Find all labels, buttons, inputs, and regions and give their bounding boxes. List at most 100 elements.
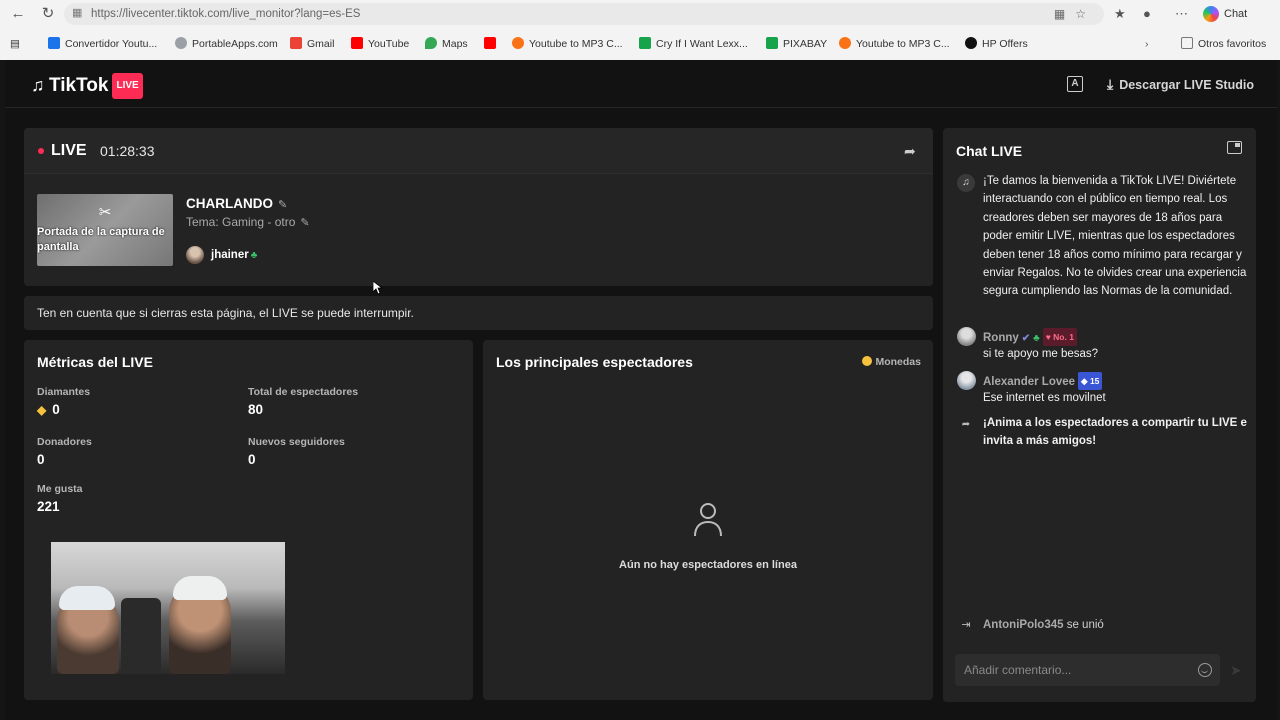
emoji-icon[interactable] <box>1198 663 1212 677</box>
donors-label: Donadores <box>37 436 92 448</box>
diamonds-label: Diamantes <box>37 386 91 398</box>
chat-username[interactable]: Alexander Lovee <box>983 376 1075 388</box>
browser-toolbar: ← ↻ ▦ https://livecenter.tiktok.com/live… <box>0 0 1280 28</box>
diamonds-value-row: ◆ 0 <box>37 401 60 419</box>
chat-username[interactable]: Ronny <box>983 332 1019 344</box>
live-metrics-panel: Métricas del LIVE Diamantes ◆ 0 Total de … <box>24 340 473 700</box>
live-chat-panel: Chat LIVE ♫ ¡Te damos la bienvenida a Ti… <box>943 128 1256 702</box>
total-viewers-value: 80 <box>248 402 264 417</box>
rank-badge-label: No. 1 <box>1053 332 1074 342</box>
translate-icon[interactable]: A <box>1067 76 1083 92</box>
new-followers-value: 0 <box>248 452 256 467</box>
share-icon: ➦ <box>961 419 971 430</box>
download-icon: ⤓ <box>1107 76 1114 92</box>
bookmark-item[interactable]: HP Offers <box>965 33 1028 55</box>
welcome-message: ¡Te damos la bienvenida a TikTok LIVE! D… <box>983 175 1247 298</box>
coins-label: Monedas <box>875 356 921 368</box>
send-icon[interactable]: ➤ <box>1230 661 1246 679</box>
bookmark-label: PortableApps.com <box>192 38 278 50</box>
bookmark-favicon <box>175 37 187 49</box>
apps-icon[interactable]: ▦ <box>1054 7 1075 21</box>
brand-name: TikTok <box>49 75 109 96</box>
webcam-person-hair <box>59 586 115 610</box>
bookmark-favicon <box>48 37 60 49</box>
bookmark-item[interactable]: Youtube to MP3 C... <box>512 33 623 55</box>
live-indicator-dot <box>38 148 44 154</box>
folder-icon <box>1181 37 1193 49</box>
chat-message-text: Ese internet es movilnet <box>983 392 1106 404</box>
metrics-title: Métricas del LIVE <box>37 354 153 370</box>
stream-topic: Tema: Gaming - otro <box>186 215 296 229</box>
favorite-star-icon[interactable]: ☆ <box>1075 7 1096 21</box>
bookmark-item[interactable] <box>484 33 501 55</box>
popout-window-icon[interactable] <box>1227 141 1242 154</box>
chat-username-row: Alexander Lovee ◆ 15 <box>983 372 1103 390</box>
join-arrow-icon: ⇥ <box>961 619 971 631</box>
profile-avatar-icon[interactable]: ● <box>1143 4 1151 24</box>
bookmark-label: Youtube to MP3 C... <box>529 38 623 50</box>
favorites-icon[interactable]: ★ <box>1114 4 1126 24</box>
empty-viewers-text: Aún no hay espectadores en línea <box>619 559 797 571</box>
other-favorites[interactable]: Otros favoritos <box>1181 33 1266 55</box>
mouse-cursor-icon <box>373 281 383 295</box>
bookmark-item[interactable]: Youtube to MP3 C... <box>839 33 950 55</box>
copilot-chat-button[interactable]: Chat <box>1203 4 1247 24</box>
download-live-studio-button[interactable]: ⤓ Descargar LIVE Studio <box>1107 74 1254 94</box>
bookmark-item[interactable]: Gmail <box>290 33 334 55</box>
clover-badge-icon: ♣ <box>1033 333 1040 344</box>
bookmark-item[interactable]: Cry If I Want Lexx... <box>639 33 748 55</box>
chat-title: Chat LIVE <box>956 143 1023 159</box>
chevron-right-icon[interactable]: › <box>1145 33 1149 55</box>
bookmarks-bar: ▤ Convertidor Youtu... PortableApps.com … <box>0 33 1280 55</box>
diamonds-value: 0 <box>52 402 60 417</box>
bookmark-label: Maps <box>442 38 468 50</box>
webcam-preview <box>51 542 285 674</box>
webcam-person-hair <box>173 576 227 600</box>
host-name: jhainer <box>211 249 249 261</box>
tiktok-live-logo[interactable]: ♫ TikTok LIVE <box>31 73 143 99</box>
app-header: ♫ TikTok LIVE A ⤓ Descargar LIVE Studio <box>5 60 1277 108</box>
live-status-panel: LIVE 01:28:33 ➦ ✂ Portada de la captura … <box>24 128 933 286</box>
rank-badge: ♥ No. 1 <box>1042 328 1077 346</box>
bookmark-item[interactable]: Convertidor Youtu... <box>48 33 157 55</box>
level-badge-label: 15 <box>1089 376 1100 386</box>
live-label: LIVE <box>51 142 87 159</box>
user-avatar[interactable] <box>957 327 976 346</box>
bookmark-item[interactable]: PortableApps.com <box>175 33 278 55</box>
gmail-icon <box>290 37 302 49</box>
stream-title: CHARLANDO <box>186 196 273 211</box>
more-menu-icon[interactable]: ⋯ <box>1175 4 1188 24</box>
bookmark-label: Convertidor Youtu... <box>65 38 158 50</box>
bookmark-item[interactable]: PIXABAY <box>766 33 827 55</box>
bookmarks-menu-icon[interactable]: ▤ <box>10 33 20 55</box>
edit-topic-icon[interactable]: ✎ <box>300 217 309 229</box>
donors-value: 0 <box>37 452 45 467</box>
bookmark-label: Gmail <box>307 38 335 50</box>
site-info-icon[interactable]: ▦ <box>72 6 86 20</box>
address-bar[interactable]: ▦ https://livecenter.tiktok.com/live_mon… <box>64 3 1104 25</box>
comment-box <box>955 654 1220 686</box>
stream-title-row: CHARLANDO ✎ <box>186 195 287 214</box>
edit-title-icon[interactable]: ✎ <box>278 199 287 211</box>
hp-icon <box>965 37 977 49</box>
clover-badge-icon: ♣ <box>250 250 258 261</box>
bookmark-item[interactable]: Maps <box>425 33 468 55</box>
joined-username[interactable]: AntoniPolo345 <box>983 619 1064 631</box>
comment-input[interactable] <box>964 662 1184 678</box>
download-label: Descargar LIVE Studio <box>1119 78 1254 92</box>
share-icon[interactable]: ➦ <box>904 142 920 160</box>
diamond-icon: ◆ <box>37 403 47 417</box>
reload-icon[interactable]: ↻ <box>37 4 59 24</box>
top-viewers-title: Los principales espectadores <box>496 354 693 370</box>
url-text[interactable]: https://livecenter.tiktok.com/live_monit… <box>91 6 360 22</box>
level-badge: ◆ 15 <box>1078 372 1103 390</box>
address-bar-icons: ▦☆ <box>1054 6 1096 22</box>
joined-text: se unió <box>1066 619 1104 631</box>
user-avatar[interactable] <box>957 371 976 390</box>
stream-cover[interactable]: ✂ Portada de la captura de pantalla <box>37 194 173 266</box>
bookmark-item[interactable]: YouTube <box>351 33 409 55</box>
coin-icon <box>862 356 873 366</box>
live-center-app: ♫ TikTok LIVE A ⤓ Descargar LIVE Studio LIV… <box>5 60 1277 720</box>
top-viewers-panel: Los principales espectadores Monedas Aún… <box>483 340 933 700</box>
back-arrow-icon[interactable]: ← <box>7 4 29 24</box>
